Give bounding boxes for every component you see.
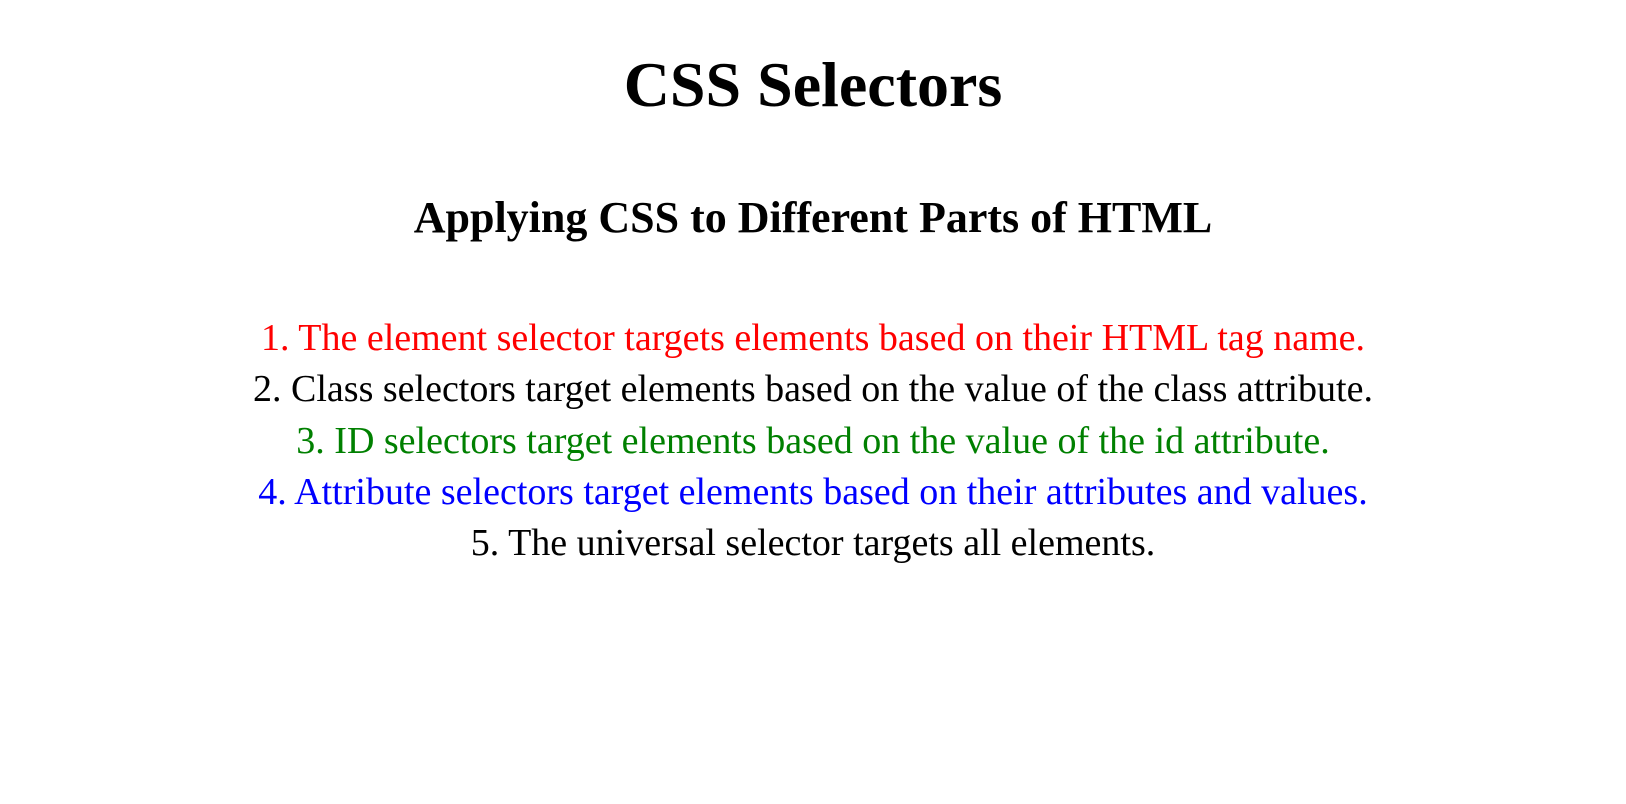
- page-subtitle: Applying CSS to Different Parts of HTML: [0, 192, 1626, 243]
- list-item: 4. Attribute selectors target elements b…: [0, 467, 1626, 518]
- list-item: 5. The universal selector targets all el…: [0, 518, 1626, 569]
- list-item: 3. ID selectors target elements based on…: [0, 416, 1626, 467]
- list-item: 2. Class selectors target elements based…: [0, 364, 1626, 415]
- selector-list: 1. The element selector targets elements…: [0, 313, 1626, 569]
- list-item: 1. The element selector targets elements…: [0, 313, 1626, 364]
- page-content: CSS Selectors Applying CSS to Different …: [0, 0, 1626, 569]
- page-title: CSS Selectors: [0, 48, 1626, 122]
